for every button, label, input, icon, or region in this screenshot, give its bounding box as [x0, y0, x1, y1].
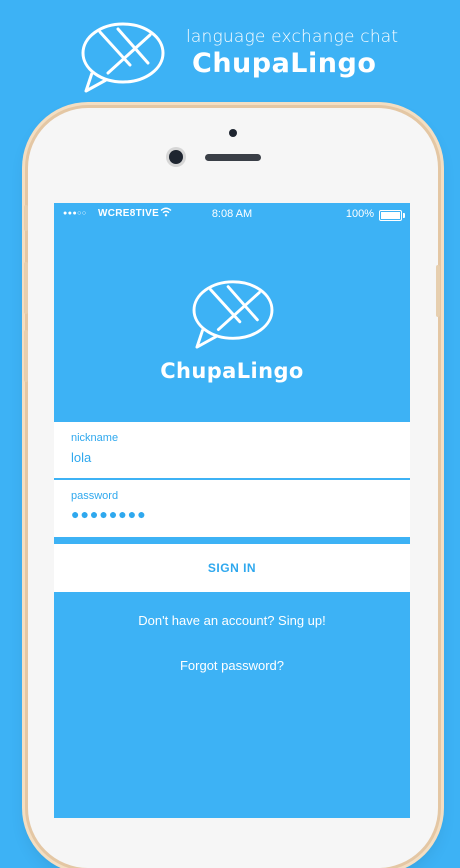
phone-screen: ●●●○○ WCRE8TIVE 8:08 AM 100% ChupaLingo …	[54, 203, 410, 818]
forgot-password-link[interactable]: Forgot password?	[54, 658, 410, 673]
app-logo-icon	[192, 280, 274, 349]
front-camera	[169, 150, 183, 164]
front-sensor	[229, 129, 237, 137]
password-label: password	[71, 490, 119, 502]
earpiece-speaker	[205, 154, 261, 161]
password-field[interactable]: password ●●●●●●●●	[54, 480, 410, 537]
status-bar: ●●●○○ WCRE8TIVE 8:08 AM 100%	[54, 203, 410, 225]
promo-logo-icon	[81, 22, 165, 93]
mute-switch	[24, 205, 28, 231]
battery-icon	[379, 210, 405, 221]
app-title: ChupaLingo	[160, 359, 304, 383]
promo-tagline: language exchange chat	[186, 27, 399, 47]
promo-title: ChupaLingo	[192, 48, 377, 79]
sign-in-button[interactable]: SIGN IN	[54, 544, 410, 592]
volume-down-button	[24, 330, 28, 382]
signup-link[interactable]: Don't have an account? Sing up!	[54, 613, 410, 628]
battery-percentage: 100%	[345, 208, 374, 220]
volume-up-button	[24, 262, 28, 314]
power-button	[436, 265, 440, 317]
password-input[interactable]: ●●●●●●●●	[71, 506, 147, 522]
nickname-input[interactable]: lola	[71, 450, 91, 465]
nickname-field[interactable]: nickname lola	[54, 422, 410, 478]
nickname-label: nickname	[71, 432, 119, 444]
